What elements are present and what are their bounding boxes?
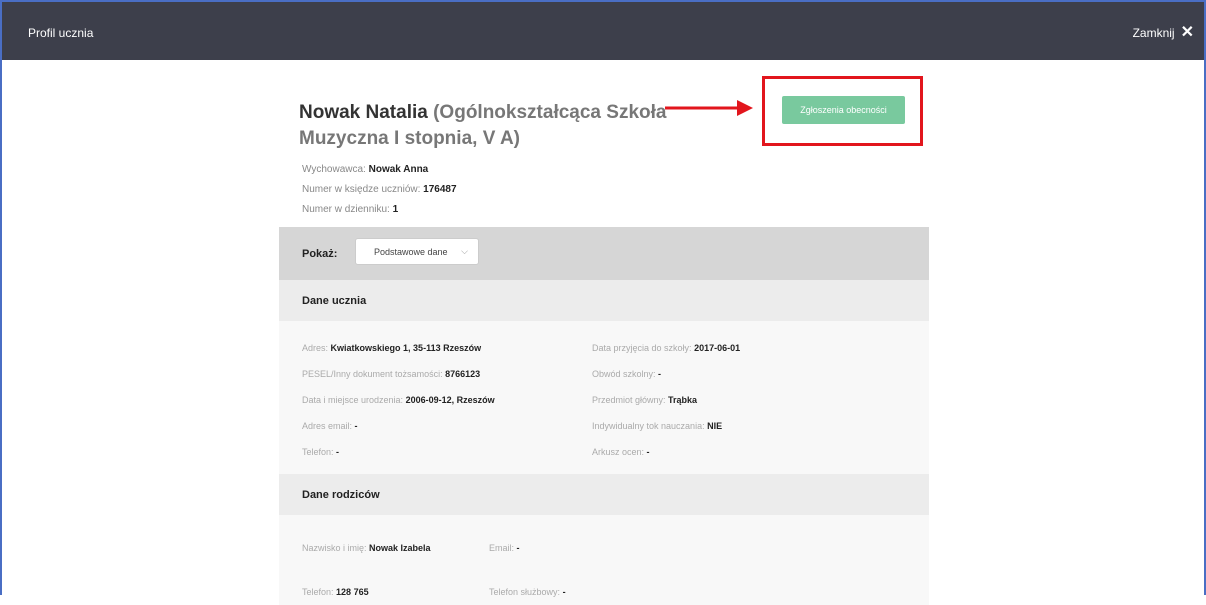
birth-field: Data i miejsce urodzenia: 2006-09-12, Rz… <box>302 395 495 405</box>
grade-sheet-field: Arkusz ocen: - <box>592 447 650 457</box>
modal-frame: Profil ucznia Zamknij ✕ Nowak Natalia (O… <box>0 0 1206 605</box>
parent-email-field: Email: - <box>489 543 520 553</box>
pesel-field: PESEL/Inny dokument tożsamości: 8766123 <box>302 369 481 379</box>
parents-data-header: Dane rodziców <box>279 474 929 515</box>
attendance-reports-button[interactable]: Zgłoszenia obecności <box>782 96 905 124</box>
parents-data-title: Dane rodziców <box>302 489 380 501</box>
chevron-down-icon: ⌵ <box>461 246 468 256</box>
close-label: Zamknij <box>1132 26 1175 40</box>
admission-date-field: Data przyjęcia do szkoły: 2017-06-01 <box>592 343 741 353</box>
main-subject-field: Przedmiot główny: Trąbka <box>592 395 698 405</box>
individual-course-field: Indywidualny tok nauczania: NIE <box>592 421 723 431</box>
close-icon: ✕ <box>1180 24 1194 41</box>
parent-phone-field: Telefon: 128 765 <box>302 587 369 597</box>
address-field: Adres: Kwiatkowskiego 1, 35-113 Rzeszów <box>302 343 482 353</box>
teacher-row: Wychowawca: Nowak Anna <box>302 164 429 175</box>
view-select-value: Podstawowe dane <box>374 247 448 257</box>
school-district-field: Obwód szkolny: - <box>592 369 662 379</box>
show-filter-bar: Pokaż: Podstawowe dane ⌵ <box>279 227 929 280</box>
email-field: Adres email: - <box>302 421 358 431</box>
modal-header: Profil ucznia Zamknij ✕ <box>2 2 1204 60</box>
modal-title: Profil ucznia <box>28 26 94 40</box>
teacher-value: Nowak Anna <box>368 164 429 175</box>
view-select[interactable]: Podstawowe dane ⌵ <box>355 238 479 265</box>
register-number-row: Numer w księdze uczniów: 176487 <box>302 184 457 195</box>
phone-field: Telefon: - <box>302 447 340 457</box>
student-data-header: Dane ucznia <box>279 280 929 321</box>
close-button[interactable]: Zamknij ✕ <box>1132 24 1194 41</box>
parent-work-phone-field: Telefon służbowy: - <box>489 587 566 597</box>
student-name: Nowak Natalia <box>299 102 428 123</box>
student-data-body: Adres: Kwiatkowskiego 1, 35-113 Rzeszów … <box>279 321 929 474</box>
journal-number-value: 1 <box>392 204 399 215</box>
journal-number-row: Numer w dzienniku: 1 <box>302 204 399 215</box>
parents-data-body: Nazwisko i imię: Nowak Izabela Email: - … <box>279 515 929 605</box>
student-heading: Nowak Natalia (Ogólnokształcąca Szkoła M… <box>299 100 699 152</box>
red-arrow-icon <box>665 100 753 116</box>
parent-name-field: Nazwisko i imię: Nowak Izabela <box>302 543 431 553</box>
register-number-value: 176487 <box>423 184 457 195</box>
student-meta: Wychowawca: Nowak Anna Numer w księdze u… <box>302 160 457 220</box>
student-data-title: Dane ucznia <box>302 295 367 307</box>
show-label: Pokaż: <box>302 248 338 260</box>
